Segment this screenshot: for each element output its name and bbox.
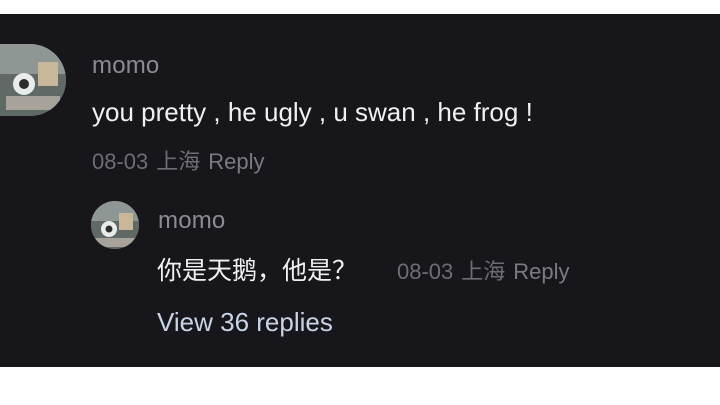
reply-location: 上海 bbox=[461, 259, 506, 284]
reply-username[interactable]: momo bbox=[158, 207, 225, 235]
comment-username[interactable]: momo bbox=[92, 52, 159, 80]
comment-date: 08-03 bbox=[92, 149, 149, 174]
reply-text: 你是天鹅，他是？ bbox=[157, 256, 358, 285]
reply-button[interactable]: Reply bbox=[208, 149, 264, 174]
comment-location: 上海 bbox=[156, 149, 201, 174]
screen: momo you pretty , he ugly , u swan , he … bbox=[0, 0, 720, 405]
comment-section: momo you pretty , he ugly , u swan , he … bbox=[0, 14, 720, 367]
reply-reply-button[interactable]: Reply bbox=[513, 259, 569, 284]
view-replies-link[interactable]: View 36 replies bbox=[157, 307, 333, 338]
reply-meta: 08-03 上海 Reply bbox=[397, 254, 578, 286]
avatar[interactable] bbox=[0, 44, 66, 116]
reply-date: 08-03 bbox=[397, 259, 454, 284]
avatar-photo-icon bbox=[91, 201, 139, 249]
reply-avatar[interactable] bbox=[91, 201, 139, 249]
comment-meta: 08-03 上海 Reply bbox=[92, 144, 273, 176]
avatar-photo-icon bbox=[0, 44, 66, 116]
comment-text: you pretty , he ugly , u swan , he frog … bbox=[92, 97, 533, 127]
